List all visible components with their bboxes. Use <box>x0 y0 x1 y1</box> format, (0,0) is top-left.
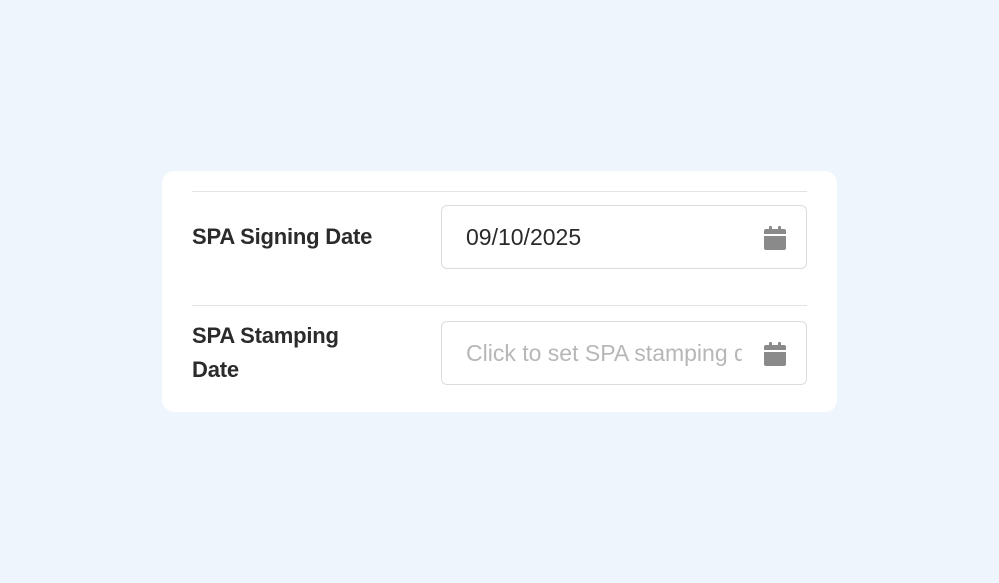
spa-signing-date-label: SPA Signing Date <box>192 224 373 249</box>
middle-divider <box>192 305 807 306</box>
date-details-card: SPA Signing Date 09/10/2025 SPA Stamping… <box>162 171 837 412</box>
spa-signing-date-field[interactable]: 09/10/2025 <box>441 205 807 269</box>
spa-stamping-date-label: SPA Stamping Date <box>192 323 339 382</box>
top-divider <box>192 191 807 192</box>
spa-signing-date-value[interactable]: 09/10/2025 <box>466 206 742 268</box>
calendar-icon[interactable] <box>764 342 786 366</box>
spa-stamping-date-field[interactable] <box>441 321 807 385</box>
calendar-icon[interactable] <box>764 226 786 250</box>
spa-signing-date-row: SPA Signing Date 09/10/2025 <box>192 205 807 269</box>
spa-stamping-date-input[interactable] <box>466 322 742 384</box>
spa-stamping-date-row: SPA Stamping Date <box>192 321 807 391</box>
